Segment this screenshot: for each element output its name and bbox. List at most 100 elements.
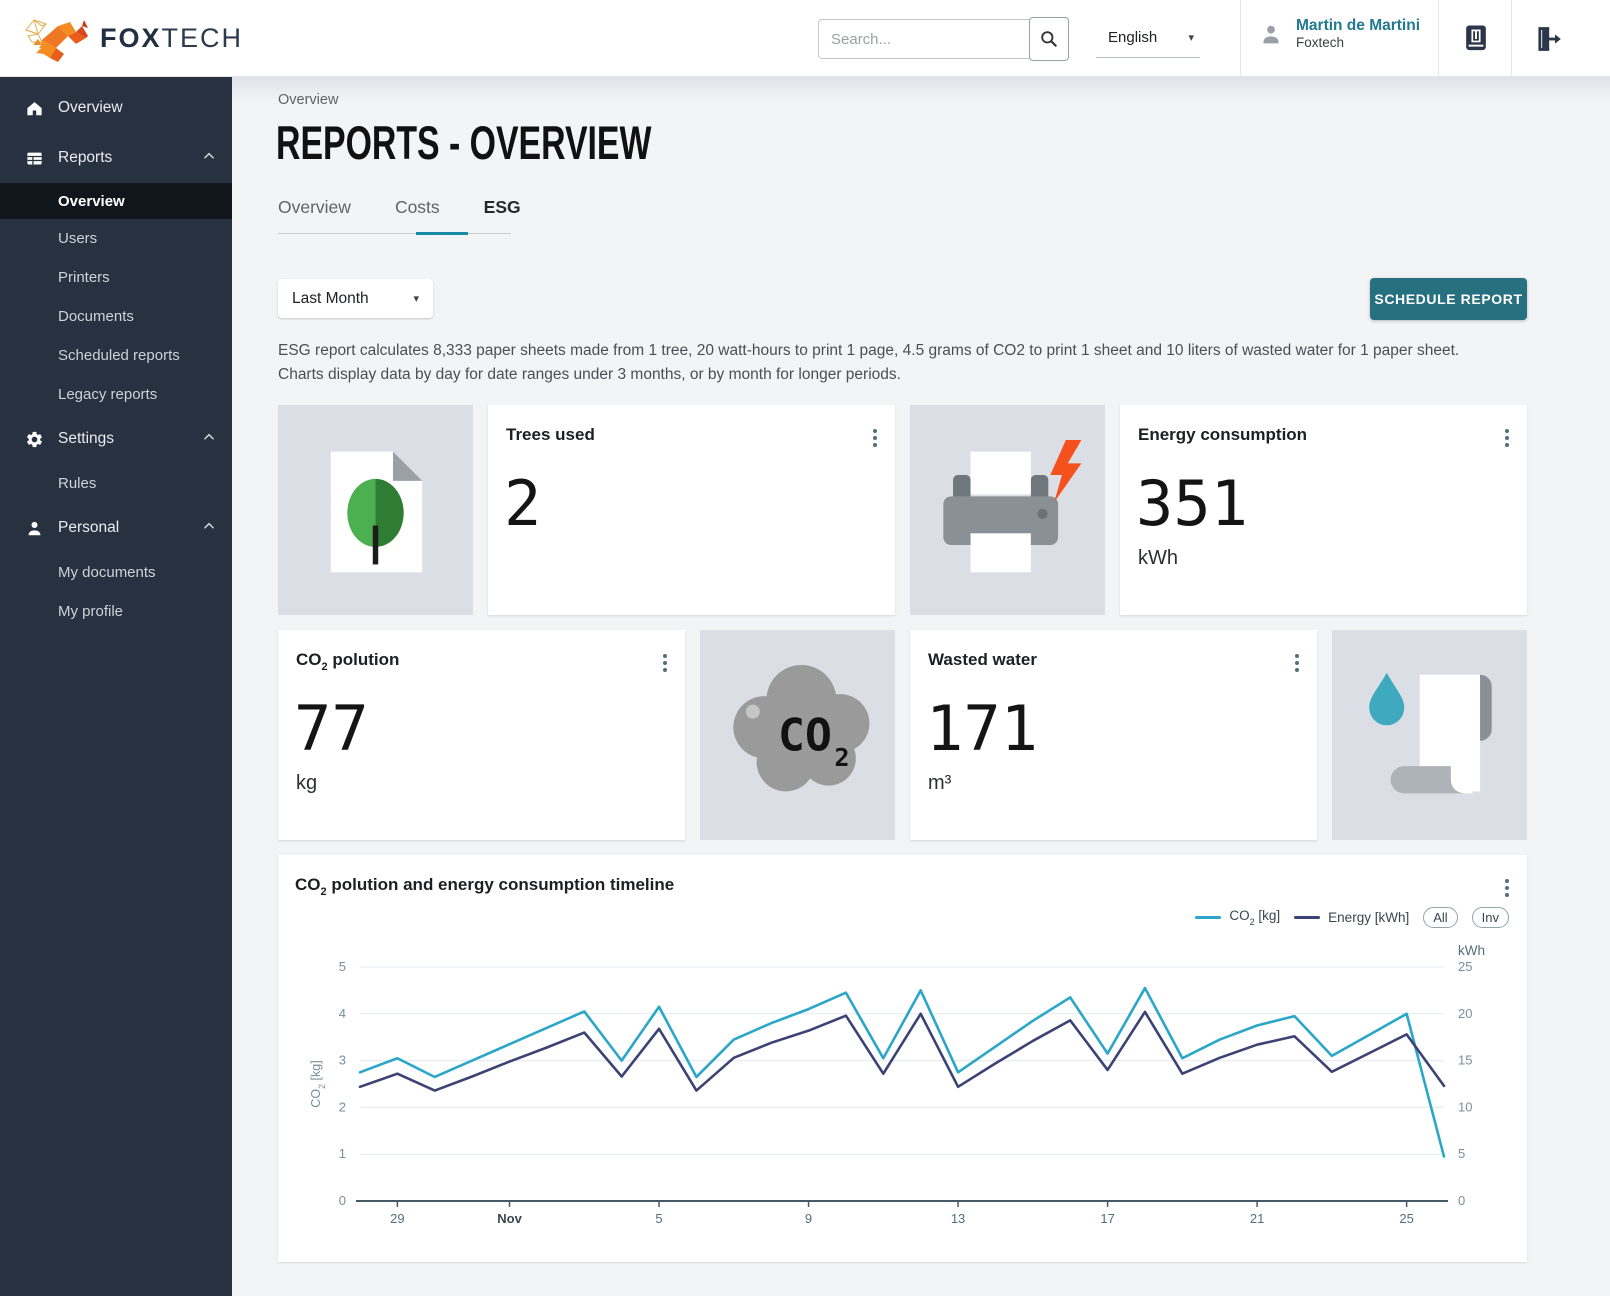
subitem-label: Users [58,230,97,247]
all-button[interactable]: All [1423,907,1457,928]
sidebar-subitem-printers[interactable]: Printers [0,258,232,297]
svg-text:15: 15 [1458,1053,1472,1068]
chart-title: CO2 polution and energy consumption time… [295,875,674,898]
svg-text:2: 2 [339,1099,346,1114]
header-divider [1511,0,1512,77]
manual-book-icon [1461,23,1491,55]
svg-text:21: 21 [1250,1211,1264,1226]
schedule-report-button[interactable]: SCHEDULE REPORT [1370,278,1527,320]
co2-polution-card: CO2 polution 77 kg [278,630,685,840]
language-select[interactable]: English ▾ [1096,18,1200,58]
sidebar-subitem-legacy-reports[interactable]: Legacy reports [0,375,232,414]
sidebar-subitem-my-profile[interactable]: My profile [0,592,232,631]
sidebar-item-settings[interactable]: Settings [0,414,232,464]
subitem-label: Printers [58,269,110,286]
brand-logo[interactable]: FOXTECH [24,12,243,64]
home-icon [24,98,44,118]
sidebar-subitem-documents[interactable]: Documents [0,297,232,336]
co2-tile: CO 2 [700,630,895,840]
period-select[interactable]: Last Month ▾ [278,279,433,318]
logout-button[interactable] [1528,0,1568,77]
tab-costs[interactable]: Costs [395,197,440,232]
sidebar-item-label: Reports [58,149,202,167]
svg-text:17: 17 [1100,1211,1114,1226]
kebab-menu-icon[interactable] [1503,427,1511,449]
tree-document-icon [278,405,473,615]
gear-icon [24,429,44,449]
search-icon [1039,29,1059,49]
svg-text:CO: CO [778,709,832,762]
sidebar-subitem-rules[interactable]: Rules [0,464,232,503]
search-button[interactable] [1029,17,1069,61]
card-title: Energy consumption [1138,425,1307,445]
energy-line-swatch [1294,916,1320,919]
user-menu[interactable]: Martin de Martini Foxtech [1258,16,1420,52]
legend-energy[interactable]: Energy [kWh] [1294,910,1409,925]
paper-droplet-icon [1332,630,1527,840]
kebab-menu-icon[interactable] [871,427,879,449]
user-avatar-icon [1258,21,1284,47]
sidebar-item-label: Overview [58,99,216,117]
tabs-track [278,233,511,234]
sidebar-subitem-my-documents[interactable]: My documents [0,553,232,592]
co2-line-swatch [1195,916,1221,919]
breadcrumb: Overview [278,92,338,108]
reports-table-icon [24,148,44,168]
card-title: Wasted water [928,650,1037,670]
esg-description: ESG report calculates 8,333 paper sheets… [278,339,1496,387]
subitem-label: Documents [58,308,134,325]
settings-submenu: Rules [0,464,232,503]
legend-label: Energy [kWh] [1328,910,1409,925]
chevron-up-icon [202,519,216,538]
sidebar-item-reports[interactable]: Reports [0,133,232,183]
svg-text:Nov: Nov [497,1211,522,1226]
svg-text:0: 0 [339,1193,346,1208]
trees-used-card: Trees used 2 [488,405,895,615]
tab-overview[interactable]: Overview [278,197,351,232]
sidebar-item-overview[interactable]: Overview [0,83,232,133]
sidebar-subitem-scheduled-reports[interactable]: Scheduled reports [0,336,232,375]
chevron-up-icon [202,430,216,449]
user-texts: Martin de Martini Foxtech [1296,16,1420,52]
subitem-label: Legacy reports [58,386,157,403]
tabs-bar: Overview Costs ESG [278,197,565,232]
chart-legend: CO2 [kg] Energy [kWh] All Inv [1195,907,1509,928]
search-input[interactable] [818,19,1030,59]
svg-text:1: 1 [339,1146,346,1161]
wasted-water-card: Wasted water 171 m³ [910,630,1317,840]
card-title: CO2 polution [296,650,399,673]
tab-esg[interactable]: ESG [484,197,521,232]
co2-value: 77 [294,692,369,765]
brand-fox: FOX [100,23,162,53]
svg-text:4: 4 [339,1006,346,1021]
sidebar-subitem-users[interactable]: Users [0,219,232,258]
kebab-menu-icon[interactable] [661,652,669,674]
person-icon [24,518,44,538]
sidebar-subitem-overview[interactable]: Overview [0,183,232,219]
water-value: 171 [926,692,1038,765]
language-value: English [1108,29,1157,46]
kebab-menu-icon[interactable] [1503,877,1511,899]
period-value: Last Month [292,290,369,308]
trees-tile [278,405,473,615]
personal-submenu: My documents My profile [0,553,232,631]
svg-text:13: 13 [951,1211,965,1226]
svg-text:5: 5 [655,1211,662,1226]
svg-text:CO2 [kg]: CO2 [kg] [309,1060,327,1107]
sidebar-item-personal[interactable]: Personal [0,503,232,553]
energy-value: 351 [1136,467,1248,540]
sidebar-nav: Overview Reports Overview Users Printers… [0,77,232,1296]
subitem-label: My profile [58,603,123,620]
legend-co2[interactable]: CO2 [kg] [1195,908,1280,927]
energy-consumption-card: Energy consumption 351 kWh [1120,405,1527,615]
inv-button[interactable]: Inv [1472,907,1509,928]
manual-button[interactable] [1458,0,1494,77]
subitem-label: My documents [58,564,156,581]
timeline-chart[interactable]: 001521031542052529Nov5913172125CO2 [kg]k… [294,935,1511,1253]
legend-label: CO2 [kg] [1229,908,1280,927]
caret-down-icon: ▾ [413,292,419,305]
kebab-menu-icon[interactable] [1293,652,1301,674]
energy-unit: kWh [1138,547,1178,570]
chevron-up-icon [202,149,216,168]
svg-text:29: 29 [390,1211,404,1226]
